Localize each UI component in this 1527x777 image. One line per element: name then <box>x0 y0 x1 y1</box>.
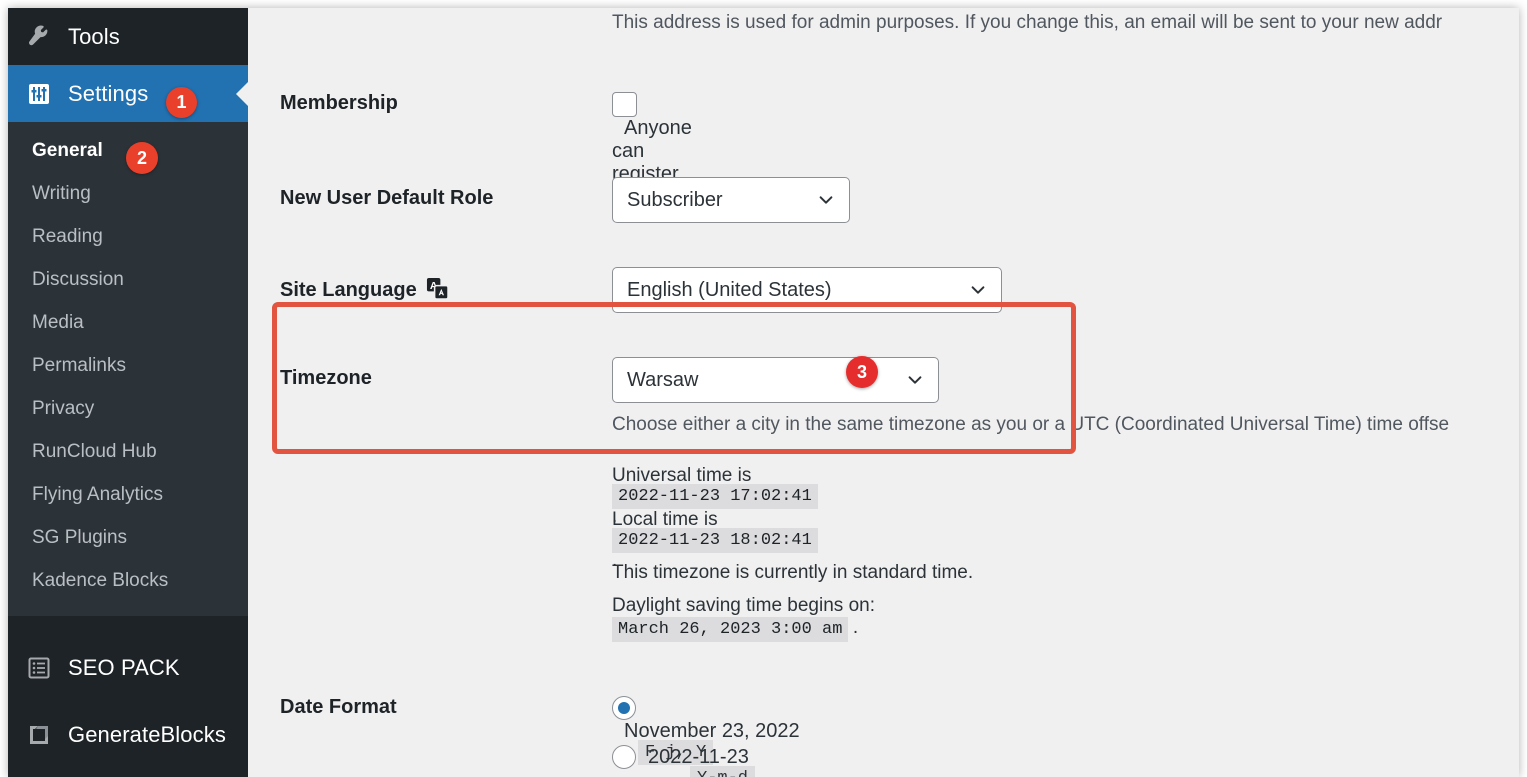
date-format-example-1: November 23, 2022 <box>624 720 800 742</box>
sidebar-subitem-flying-analytics-label: Flying Analytics <box>32 483 163 505</box>
local-time-value: 2022-11-23 18:02:41 <box>612 528 818 553</box>
sidebar-subitem-permalinks-label: Permalinks <box>32 354 126 376</box>
admin-email-help-label: This address is used for admin purposes.… <box>612 12 1443 33</box>
sidebar-subitem-privacy[interactable]: Privacy <box>8 387 248 430</box>
step-badge-3: 3 <box>846 356 878 388</box>
site-language-label-wrap: Site Language A <box>280 277 449 306</box>
membership-field: Anyone can register <box>612 92 692 186</box>
local-time-prefix: Local time is <box>612 509 718 530</box>
timezone-help-text: Choose either a city in the same timezon… <box>612 414 1450 435</box>
chevron-down-icon <box>906 371 924 389</box>
sidebar-subitem-discussion[interactable]: Discussion <box>8 258 248 301</box>
sidebar-item-tools-label: Tools <box>68 23 120 49</box>
dst-row: Daylight saving time begins on: March 26… <box>612 595 875 642</box>
timezone-label: Timezone <box>280 367 372 389</box>
wrench-icon <box>26 24 52 50</box>
site-language-value: English (United States) <box>627 278 832 301</box>
date-format-radio-f-j-y[interactable] <box>612 696 636 720</box>
sidebar-subitem-general-label: General <box>32 139 103 161</box>
date-format-radio-y-m-d[interactable] <box>612 745 636 769</box>
sidebar-subitem-sg-plugins-label: SG Plugins <box>32 526 128 548</box>
dst-suffix: . <box>852 617 859 638</box>
sidebar-subitem-writing[interactable]: Writing <box>8 172 248 215</box>
step-badge-2: 2 <box>126 142 158 174</box>
timezone-value: Warsaw <box>627 368 699 391</box>
sidebar-subitem-privacy-label: Privacy <box>32 397 95 419</box>
sidebar-divider <box>8 616 248 634</box>
anyone-can-register-label: Anyone can register <box>612 117 692 185</box>
new-user-default-role-select[interactable]: Subscriber <box>612 177 850 223</box>
timezone-select[interactable]: Warsaw <box>612 357 939 403</box>
sidebar-subitem-runcloud-hub[interactable]: RunCloud Hub <box>8 430 248 473</box>
sidebar-item-generateblocks-label: GenerateBlocks <box>68 721 226 747</box>
new-user-default-role-label: New User Default Role <box>280 187 494 209</box>
step-badge-1: 1 <box>166 87 197 118</box>
sidebar-item-generateblocks[interactable]: GenerateBlocks <box>8 701 248 768</box>
sidebar-item-sg-security[interactable]: SG Security <box>8 768 248 777</box>
sidebar-subitem-reading[interactable]: Reading <box>8 215 248 258</box>
wordpress-admin-screen: Tools Settings General Writing Reading D… <box>8 8 1519 777</box>
blocks-icon <box>26 722 52 748</box>
standard-time-note-text: This timezone is currently in standard t… <box>612 562 974 583</box>
chevron-down-icon <box>817 191 835 209</box>
admin-email-help-text: This address is used for admin purposes.… <box>612 12 1442 34</box>
sidebar-subitem-permalinks[interactable]: Permalinks <box>8 344 248 387</box>
dst-value: March 26, 2023 3:00 am <box>612 617 849 642</box>
standard-time-note: This timezone is currently in standard t… <box>612 562 973 584</box>
membership-label: Membership <box>280 92 398 114</box>
sidebar-item-settings[interactable]: Settings <box>8 65 248 122</box>
universal-time-value: 2022-11-23 17:02:41 <box>612 484 818 509</box>
sidebar-item-seo-pack-label: SEO PACK <box>68 654 180 680</box>
current-menu-arrow <box>236 80 248 107</box>
admin-sidebar: Tools Settings General Writing Reading D… <box>8 8 248 777</box>
sidebar-item-tools[interactable]: Tools <box>8 8 248 65</box>
sidebar-item-settings-label: Settings <box>68 80 149 106</box>
chevron-down-icon <box>969 281 987 299</box>
sidebar-subitem-discussion-label: Discussion <box>32 268 124 290</box>
sidebar-subitem-writing-label: Writing <box>32 182 91 204</box>
translate-icon: A <box>426 277 449 306</box>
date-format-label: Date Format <box>280 696 397 718</box>
settings-sliders-icon <box>26 81 52 107</box>
site-language-label: Site Language <box>280 279 417 301</box>
date-format-code-2: Y-m-d <box>690 766 756 777</box>
sidebar-subitem-reading-label: Reading <box>32 225 103 247</box>
anyone-can-register-checkbox[interactable] <box>612 92 637 117</box>
list-icon <box>26 655 52 681</box>
screenshot-frame: Tools Settings General Writing Reading D… <box>0 0 1527 777</box>
dst-prefix: Daylight saving time begins on: <box>612 595 875 616</box>
sidebar-subitem-kadence-blocks[interactable]: Kadence Blocks <box>8 559 248 602</box>
sidebar-subitem-kadence-blocks-label: Kadence Blocks <box>32 569 169 591</box>
site-language-select[interactable]: English (United States) <box>612 267 1002 313</box>
settings-submenu: General Writing Reading Discussion Media… <box>8 122 248 616</box>
timezone-help: Choose either a city in the same timezon… <box>612 414 1449 436</box>
date-format-option-2: 2022-11-23 Y-m-d <box>612 745 756 777</box>
sidebar-subitem-sg-plugins[interactable]: SG Plugins <box>8 516 248 559</box>
sidebar-item-seo-pack[interactable]: SEO PACK <box>8 634 248 701</box>
sidebar-subitem-media[interactable]: Media <box>8 301 248 344</box>
universal-time-prefix: Universal time is <box>612 465 752 486</box>
settings-general-form: This address is used for admin purposes.… <box>248 8 1519 777</box>
sidebar-subitem-media-label: Media <box>32 311 84 333</box>
date-format-example-2: 2022-11-23 <box>648 745 749 768</box>
sidebar-subitem-flying-analytics[interactable]: Flying Analytics <box>8 473 248 516</box>
new-user-default-role-value: Subscriber <box>627 188 723 211</box>
sidebar-subitem-runcloud-hub-label: RunCloud Hub <box>32 440 157 462</box>
